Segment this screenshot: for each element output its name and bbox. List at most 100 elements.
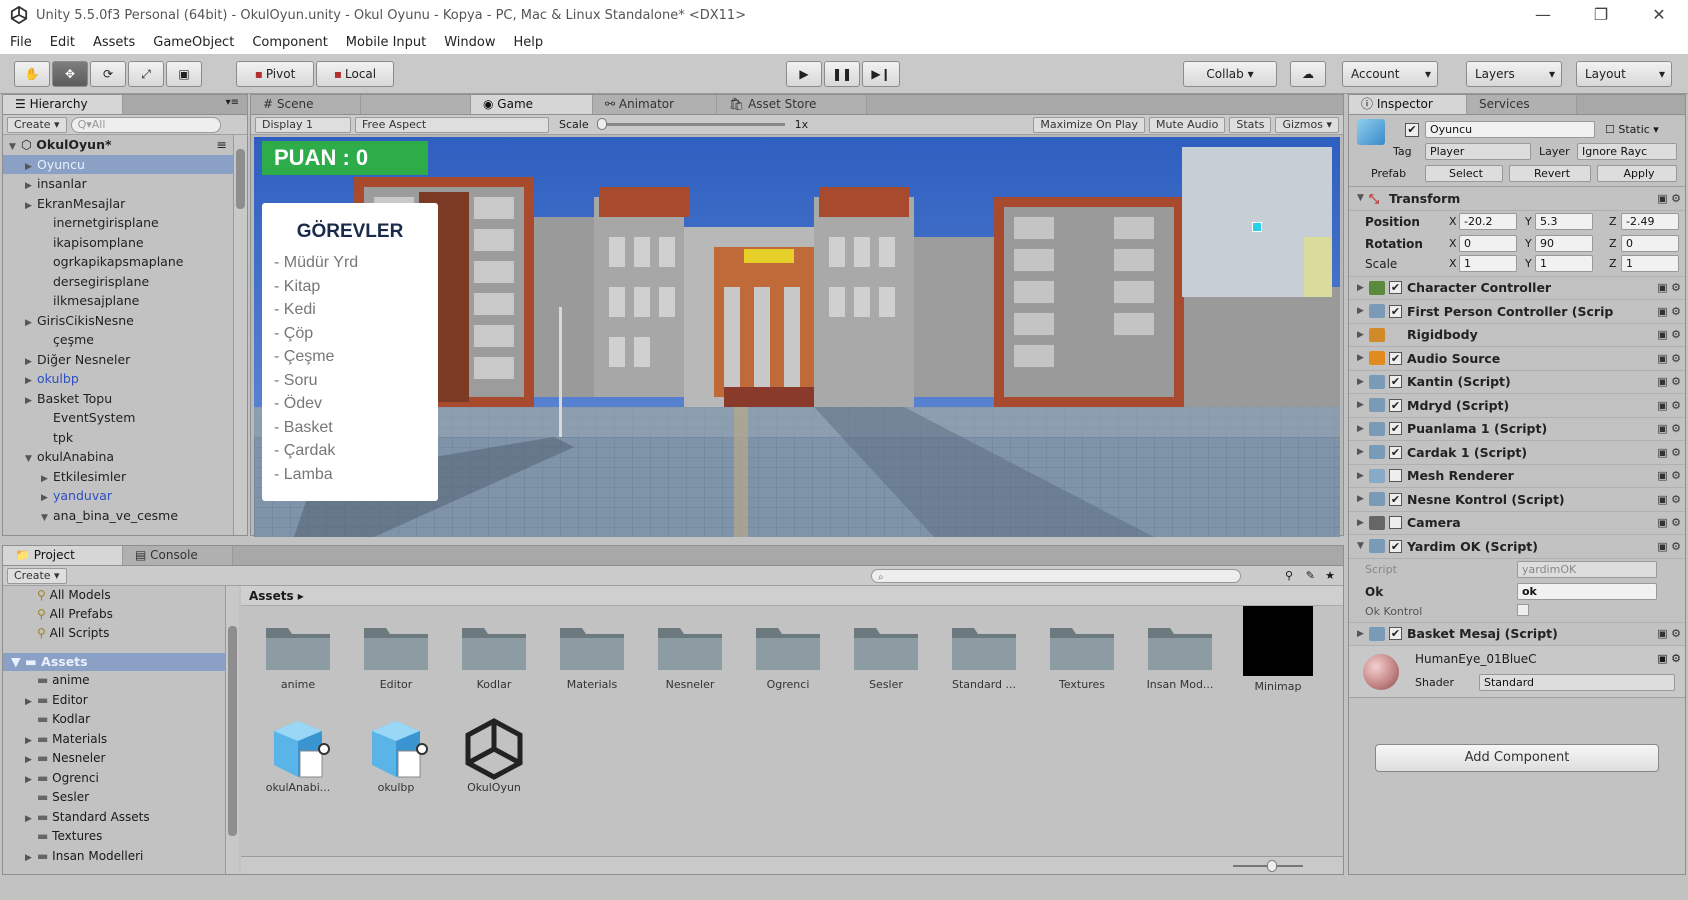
active-checkbox[interactable]: ✔ xyxy=(1405,123,1419,137)
hierarchy-create-button[interactable]: Create ▾ xyxy=(7,116,67,133)
component-header[interactable]: ▶ Rigidbody ▣ ⚙ xyxy=(1349,324,1685,347)
scale-y-input[interactable]: 1 xyxy=(1535,254,1593,272)
tag-dropdown[interactable]: Player xyxy=(1425,143,1531,160)
hierarchy-scrollbar[interactable] xyxy=(233,135,247,535)
scale-slider[interactable] xyxy=(596,118,785,130)
component-header[interactable]: ▶ ✔ First Person Controller (Scrip ▣ ⚙ xyxy=(1349,300,1685,324)
component-header[interactable]: ▶ Camera ▣ ⚙ xyxy=(1349,512,1685,535)
favorite-item[interactable]: ⚲ All Prefabs xyxy=(37,605,225,624)
expand-arrow-icon[interactable]: ▶ xyxy=(1357,471,1369,481)
project-tree-item[interactable]: ▶ ▬ Materials xyxy=(3,730,225,750)
component-header[interactable]: ▶ ✔ Character Controller ▣ ⚙ xyxy=(1349,277,1685,300)
favorite-icon[interactable]: ★ xyxy=(1325,569,1335,582)
menu-gameobject[interactable]: GameObject xyxy=(153,35,234,50)
project-create-button[interactable]: Create ▾ xyxy=(7,567,67,584)
pivot-button[interactable]: ▪ Pivot xyxy=(236,61,314,87)
project-tree-item[interactable]: ▶ ▬ Nesneler xyxy=(3,749,225,769)
tab-services[interactable]: Services xyxy=(1467,95,1577,114)
tab-hierarchy[interactable]: ☰ Hierarchy xyxy=(3,95,123,114)
menu-mobile-input[interactable]: Mobile Input xyxy=(346,35,426,50)
component-settings-icon[interactable]: ▣ ⚙ xyxy=(1657,305,1681,318)
hierarchy-item[interactable]: EventSystem xyxy=(3,408,233,428)
component-settings-icon[interactable]: ▣ ⚙ xyxy=(1657,192,1681,205)
asset-folder[interactable]: Textures xyxy=(1033,620,1131,693)
hierarchy-item[interactable]: ▶ okulbp xyxy=(3,369,233,389)
project-tree-item[interactable]: ▶ ▬ Ogrenci xyxy=(3,769,225,789)
transform-component[interactable]: ▼ ⤡ Transform ▣ ⚙ xyxy=(1349,187,1685,211)
expand-arrow-icon[interactable]: ▼ xyxy=(1357,541,1369,551)
maximize-button[interactable]: ❐ xyxy=(1572,0,1630,30)
prefab-apply-button[interactable]: Apply xyxy=(1597,165,1677,182)
project-tree-item[interactable]: ▶ ▬ Editor xyxy=(3,691,225,711)
local-button[interactable]: ▪ Local xyxy=(316,61,394,87)
hierarchy-item[interactable]: ▶ Basket Topu xyxy=(3,389,233,409)
project-tree-item[interactable]: ▶ ▬ Insan Modelleri xyxy=(3,847,225,867)
asset-folder[interactable]: Sesler xyxy=(837,620,935,693)
hierarchy-item[interactable]: ▶ insanlar xyxy=(3,174,233,194)
step-button[interactable]: ▶❙ xyxy=(862,61,900,87)
component-settings-icon[interactable]: ▣ ⚙ xyxy=(1657,493,1681,506)
hierarchy-item[interactable]: ▶ Oyuncu xyxy=(3,154,233,174)
component-header[interactable]: ▶ ✔ Nesne Kontrol (Script) ▣ ⚙ xyxy=(1349,488,1685,512)
asset-folder[interactable]: Insan Mod... xyxy=(1131,620,1229,693)
component-settings-icon[interactable]: ▣ ⚙ xyxy=(1657,352,1681,365)
scene-asset[interactable]: OkulOyun xyxy=(445,717,543,794)
pause-button[interactable]: ❚❚ xyxy=(824,61,860,87)
scale-x-input[interactable]: 1 xyxy=(1459,254,1517,272)
ok-object-field[interactable]: ok xyxy=(1517,582,1657,600)
expand-arrow-icon[interactable]: ▶ xyxy=(1357,400,1369,410)
rotate-tool-icon[interactable]: ⟳ xyxy=(90,61,126,87)
asset-zoom-slider[interactable] xyxy=(1233,860,1303,872)
add-component-button[interactable]: Add Component xyxy=(1375,744,1659,772)
component-enabled-checkbox[interactable]: ✔ xyxy=(1389,492,1402,506)
position-z-input[interactable]: -2.49 xyxy=(1621,212,1679,230)
component-enabled-checkbox[interactable]: ✔ xyxy=(1389,281,1402,295)
expand-arrow-icon[interactable]: ▶ xyxy=(1357,330,1369,340)
minimap-render-texture[interactable]: Minimap xyxy=(1229,606,1327,693)
asset-folder[interactable]: anime xyxy=(249,620,347,693)
component-enabled-checkbox[interactable]: ✔ xyxy=(1389,375,1402,389)
component-settings-icon[interactable]: ▣ ⚙ xyxy=(1657,627,1681,640)
gameobject-name-input[interactable]: Oyuncu xyxy=(1425,121,1595,138)
prefab-revert-button[interactable]: Revert xyxy=(1509,165,1591,182)
filter-type-icon[interactable]: ⚲ xyxy=(1285,569,1293,582)
rotation-x-input[interactable]: 0 xyxy=(1459,234,1517,252)
hierarchy-item[interactable]: ▶ GirisCikisNesne xyxy=(3,311,233,331)
favorite-item[interactable]: ⚲ All Scripts xyxy=(37,624,225,643)
expand-arrow-icon[interactable]: ▶ xyxy=(25,849,37,869)
asset-folder[interactable]: Materials xyxy=(543,620,641,693)
layer-dropdown[interactable]: Ignore Rayc xyxy=(1577,143,1677,160)
rotation-y-input[interactable]: 90 xyxy=(1535,234,1593,252)
asset-folder[interactable]: Kodlar xyxy=(445,620,543,693)
assets-root[interactable]: ▼ ▬ Assets xyxy=(3,653,225,671)
component-header[interactable]: ▶ ✔ Mdryd (Script) ▣ ⚙ xyxy=(1349,394,1685,418)
component-settings-icon[interactable]: ▣ ⚙ xyxy=(1657,446,1681,459)
component-settings-icon[interactable]: ▣ ⚙ xyxy=(1657,399,1681,412)
menu-help[interactable]: Help xyxy=(514,35,544,50)
hierarchy-item[interactable]: ▼ okulAnabina xyxy=(3,447,233,467)
expand-arrow-icon[interactable]: ▶ xyxy=(1357,353,1369,363)
static-toggle[interactable]: ☐ Static ▾ xyxy=(1605,123,1659,136)
component-header[interactable]: ▶ Mesh Renderer ▣ ⚙ xyxy=(1349,465,1685,488)
asset-folder[interactable]: Editor xyxy=(347,620,445,693)
component-settings-icon[interactable]: ▣ ⚙ xyxy=(1657,469,1681,482)
position-x-input[interactable]: -20.2 xyxy=(1459,212,1517,230)
hierarchy-item[interactable]: çeşme xyxy=(3,330,233,350)
hierarchy-item[interactable]: ▶ yanduvar xyxy=(3,486,233,506)
close-button[interactable]: ✕ xyxy=(1630,0,1688,30)
scale-z-input[interactable]: 1 xyxy=(1621,254,1679,272)
hierarchy-item[interactable]: ogrkapikapsmaplane xyxy=(3,252,233,272)
component-enabled-checkbox[interactable]: ✔ xyxy=(1389,539,1402,553)
position-y-input[interactable]: 5.3 xyxy=(1535,212,1593,230)
tab-animator[interactable]: ⚯ Animator xyxy=(593,95,717,114)
display-dropdown[interactable]: Display 1 xyxy=(255,116,351,133)
project-tree-item[interactable]: ▬ Sesler xyxy=(3,788,225,808)
expand-arrow-icon[interactable]: ▶ xyxy=(1357,494,1369,504)
tab-game[interactable]: ◉ Game xyxy=(471,95,593,114)
scale-tool-icon[interactable]: ⤢ xyxy=(128,61,164,87)
stats-toggle[interactable]: Stats xyxy=(1229,116,1272,133)
hierarchy-item[interactable]: ▶ EkranMesajlar xyxy=(3,194,233,214)
expand-arrow-icon[interactable]: ▶ xyxy=(1357,306,1369,316)
component-header[interactable]: ▶ ✔ Kantin (Script) ▣ ⚙ xyxy=(1349,371,1685,394)
expand-arrow-icon[interactable]: ▶ xyxy=(1357,447,1369,457)
